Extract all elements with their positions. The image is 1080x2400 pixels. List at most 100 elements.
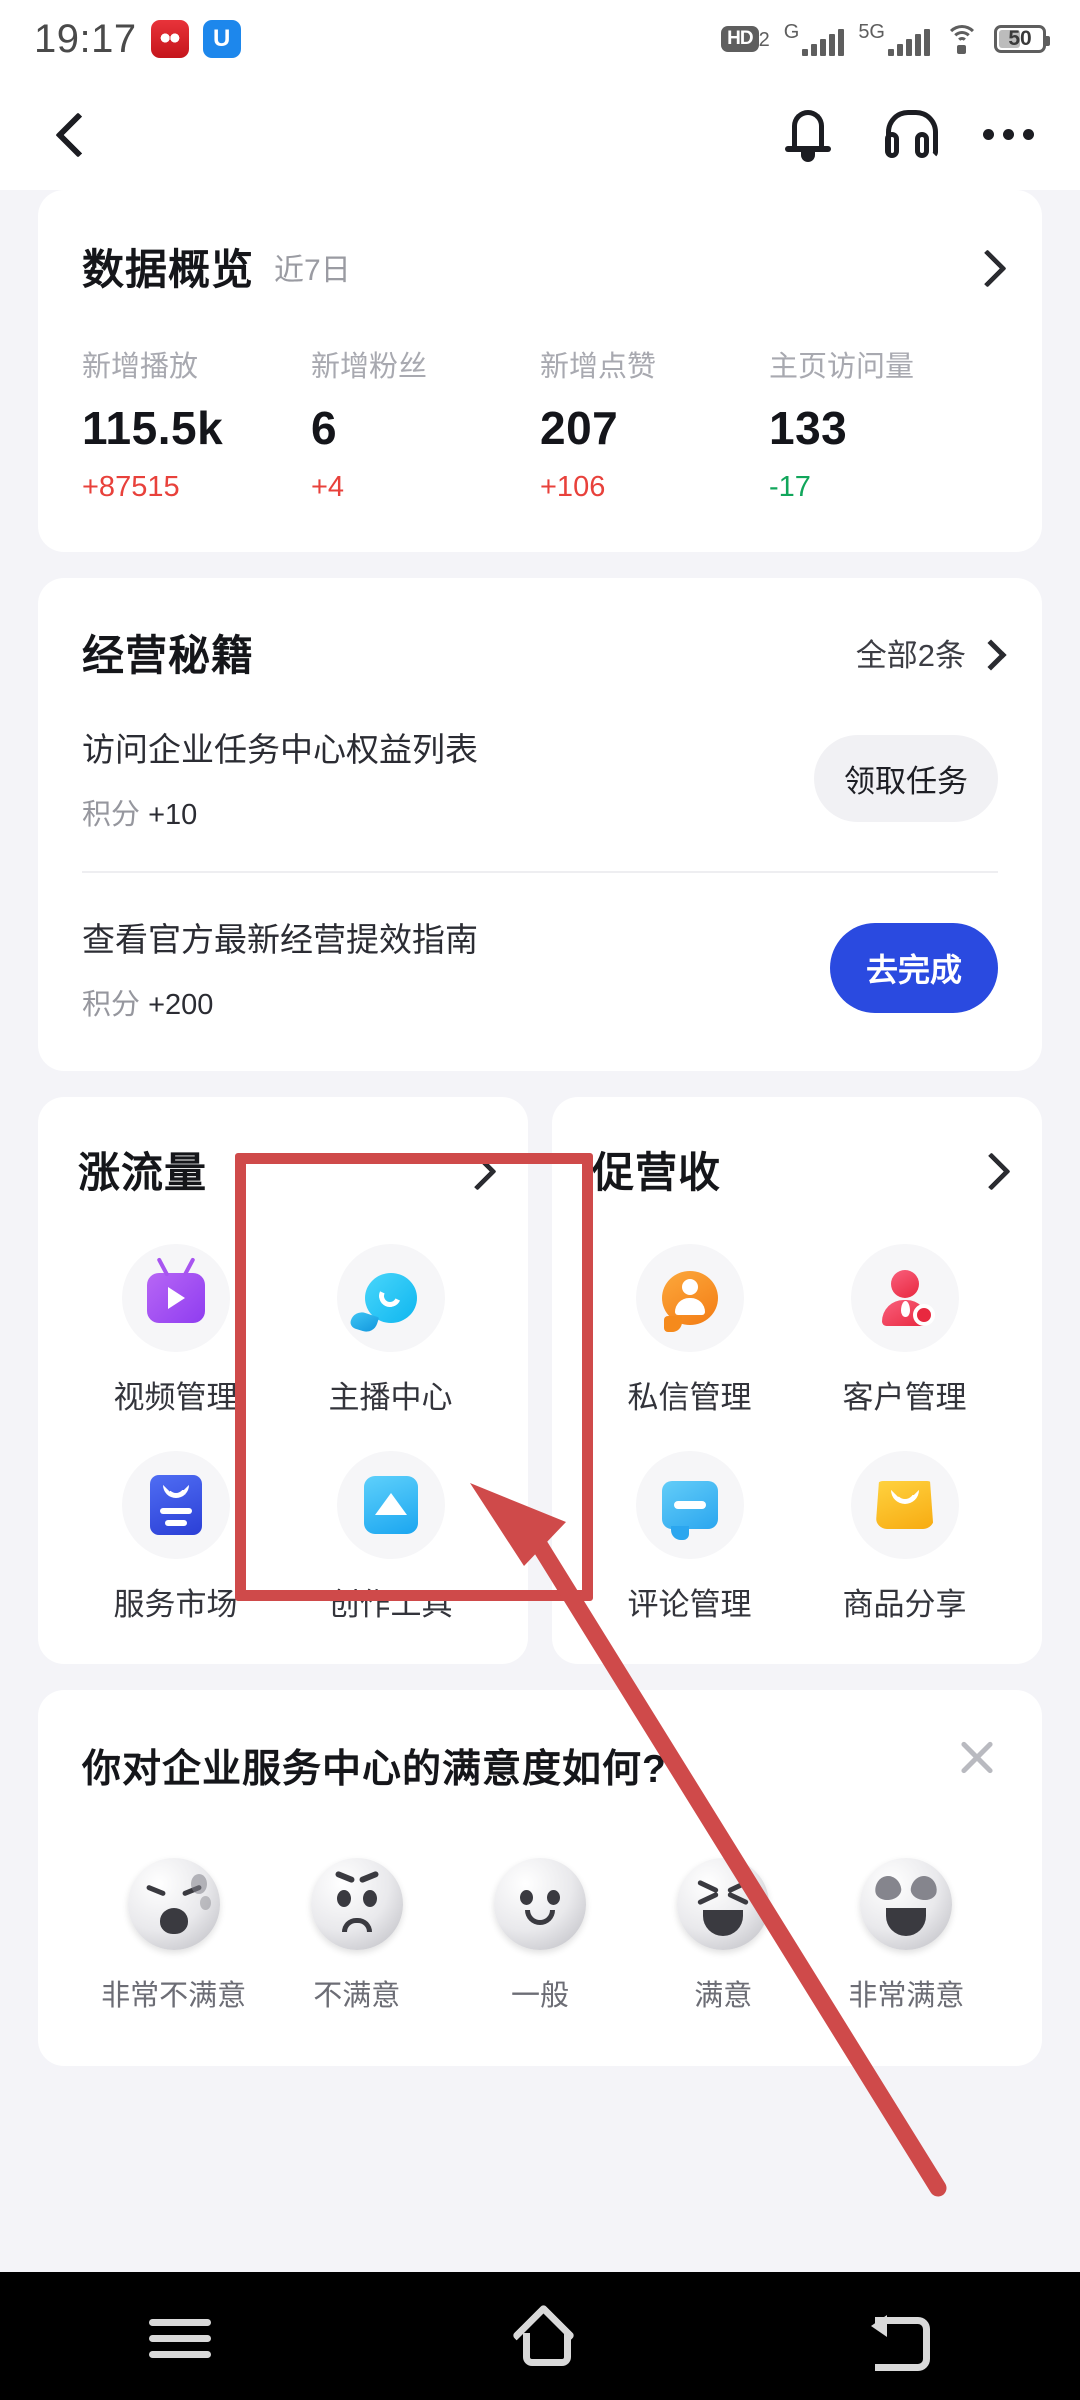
traffic-growth-card: 涨流量 视频管理 主播中心 服务市场 创作工具 <box>38 1097 528 1664</box>
feature-item-comment-manage[interactable]: 评论管理 <box>582 1451 797 1624</box>
feature-label: 主播中心 <box>328 1380 453 1415</box>
feature-label: 客户管理 <box>842 1380 967 1415</box>
anchor-center-icon <box>336 1244 445 1352</box>
claim-task-button[interactable]: 领取任务 <box>814 734 998 822</box>
task-row: 访问企业任务中心权益列表 积分 +10 领取任务 <box>82 683 998 871</box>
overview-metrics: 新增播放 115.5k +87515 新增粉丝 6 +4 新增点赞 207 +1… <box>82 343 998 504</box>
tips-header: 经营秘籍 全部2条 <box>82 622 998 683</box>
feature-item-service-market[interactable]: 服务市场 <box>68 1451 283 1624</box>
metric-value: 115.5k <box>82 402 224 454</box>
feature-label: 私信管理 <box>627 1380 752 1415</box>
hd-voice-icon: HD 2 <box>721 26 770 52</box>
feature-item-customer-manage[interactable]: 客户管理 <box>797 1244 1012 1417</box>
feature-item-product-share[interactable]: 商品分享 <box>797 1451 1012 1624</box>
feature-item-creation-tools[interactable]: 创作工具 <box>283 1451 498 1624</box>
notification-bell-icon[interactable] <box>785 108 831 162</box>
wifi-icon <box>944 25 980 54</box>
back-icon[interactable] <box>845 2301 955 2371</box>
feature-label: 视频管理 <box>113 1380 238 1415</box>
survey-option-label: 满意 <box>694 1980 753 2012</box>
task-title: 访问企业任务中心权益列表 <box>82 731 478 768</box>
android-system-nav <box>0 2272 1080 2400</box>
metric-delta: +87515 <box>82 471 180 503</box>
card-title: 涨流量 <box>78 1149 208 1196</box>
metric-delta: +4 <box>311 471 345 503</box>
signal-sim2-icon: 5G <box>858 22 930 56</box>
survey-option-label: 非常不满意 <box>101 1980 247 2012</box>
very-satisfied-face-icon <box>860 1858 953 1950</box>
survey-option-label: 一般 <box>511 1980 570 2012</box>
more-options-icon[interactable] <box>983 128 1034 140</box>
metric-label: 新增粉丝 <box>311 351 428 383</box>
comment-manage-icon <box>635 1451 744 1559</box>
card-title: 促营收 <box>592 1149 722 1196</box>
metric-cell[interactable]: 新增粉丝 6 +4 <box>311 343 540 504</box>
revenue-growth-card: 促营收 私信管理 客户管理 评论管理 商品分享 <box>552 1097 1042 1664</box>
overview-title: 数据概览 <box>82 246 255 293</box>
survey-option-label: 不满意 <box>313 1980 401 2012</box>
recents-icon[interactable] <box>125 2301 235 2371</box>
feature-item-video-manage[interactable]: 视频管理 <box>68 1244 283 1417</box>
metric-cell[interactable]: 新增点赞 207 +106 <box>540 343 769 504</box>
feature-label: 商品分享 <box>842 1587 967 1622</box>
tips-title: 经营秘籍 <box>82 632 255 679</box>
metric-label: 新增播放 <box>82 351 199 383</box>
battery-icon: 50 <box>994 25 1050 53</box>
metric-label: 主页访问量 <box>769 351 915 383</box>
survey-option-neutral[interactable]: 一般 <box>448 1858 631 2014</box>
tips-all-label: 全部2条 <box>855 638 966 673</box>
overview-period: 近7日 <box>274 253 351 287</box>
metric-label: 新增点赞 <box>540 351 657 383</box>
task-row: 查看官方最新经营提效指南 积分 +200 去完成 <box>82 871 998 1061</box>
service-market-icon <box>121 1451 230 1559</box>
task-title: 查看官方最新经营提效指南 <box>82 921 478 958</box>
customer-service-icon[interactable] <box>881 108 938 160</box>
survey-option-satisfied[interactable]: 满意 <box>632 1858 815 2014</box>
direct-message-icon <box>635 1244 744 1352</box>
metric-delta: -17 <box>769 471 811 503</box>
feature-label: 创作工具 <box>328 1587 453 1622</box>
home-icon[interactable] <box>485 2301 595 2371</box>
metric-cell[interactable]: 主页访问量 133 -17 <box>769 343 998 504</box>
close-icon[interactable] <box>956 1736 998 1778</box>
status-time: 19:17 <box>34 16 137 61</box>
data-overview-card[interactable]: 数据概览 近7日 新增播放 115.5k +87515 新增粉丝 6 +4 新增… <box>38 190 1042 552</box>
notification-app-icon-1 <box>150 20 189 58</box>
survey-option-dissatisfied[interactable]: 不满意 <box>265 1858 448 2014</box>
back-button[interactable] <box>46 111 92 157</box>
chevron-right-icon <box>980 644 998 662</box>
task-points: 积分 +200 <box>82 989 214 1021</box>
survey-options: 非常不满意 不满意 一般 满意 非常满意 <box>82 1858 998 2014</box>
status-indicators: HD 2 G 5G 50 <box>721 22 1050 56</box>
satisfied-face-icon <box>677 1858 770 1950</box>
video-manage-icon <box>121 1244 230 1352</box>
survey-option-very-satisfied[interactable]: 非常满意 <box>815 1858 998 2014</box>
survey-option-label: 非常满意 <box>848 1980 965 2012</box>
feature-item-direct-message[interactable]: 私信管理 <box>582 1244 797 1417</box>
survey-option-very-dissatisfied[interactable]: 非常不满意 <box>82 1858 265 2014</box>
notification-app-icon-2: U <box>202 20 241 58</box>
tips-view-all-link[interactable]: 全部2条 <box>856 630 998 675</box>
dissatisfied-face-icon <box>310 1858 403 1950</box>
signal-sim1-icon: G <box>784 22 845 56</box>
metric-delta: +106 <box>540 471 606 503</box>
metric-value: 207 <box>540 402 619 454</box>
feature-label: 评论管理 <box>627 1587 752 1622</box>
scroll-content: 数据概览 近7日 新增播放 115.5k +87515 新增粉丝 6 +4 新增… <box>0 190 1080 2066</box>
survey-question: 你对企业服务中心的满意度如何? <box>82 1748 667 1791</box>
business-tips-card: 经营秘籍 全部2条 访问企业任务中心权益列表 积分 +10 领取任务 查看官方最… <box>38 578 1042 1071</box>
metric-cell[interactable]: 新增播放 115.5k +87515 <box>82 343 311 504</box>
feature-item-anchor-center[interactable]: 主播中心 <box>283 1244 498 1417</box>
app-nav-bar <box>0 78 1080 190</box>
chevron-right-icon[interactable] <box>974 255 998 279</box>
feature-label: 服务市场 <box>113 1587 238 1622</box>
neutral-face-icon <box>494 1858 586 1950</box>
metric-value: 133 <box>769 402 848 454</box>
status-bar: 19:17 U HD 2 G 5G 50 <box>0 0 1080 78</box>
chevron-right-icon[interactable] <box>978 1158 1002 1182</box>
overview-header: 数据概览 近7日 <box>82 236 998 297</box>
feature-cards-row: 涨流量 视频管理 主播中心 服务市场 创作工具 促营收 私信管理 客户管理 评论… <box>38 1097 1042 1664</box>
creation-tools-icon <box>336 1451 445 1559</box>
chevron-right-icon[interactable] <box>464 1158 488 1182</box>
go-complete-button[interactable]: 去完成 <box>829 923 998 1013</box>
